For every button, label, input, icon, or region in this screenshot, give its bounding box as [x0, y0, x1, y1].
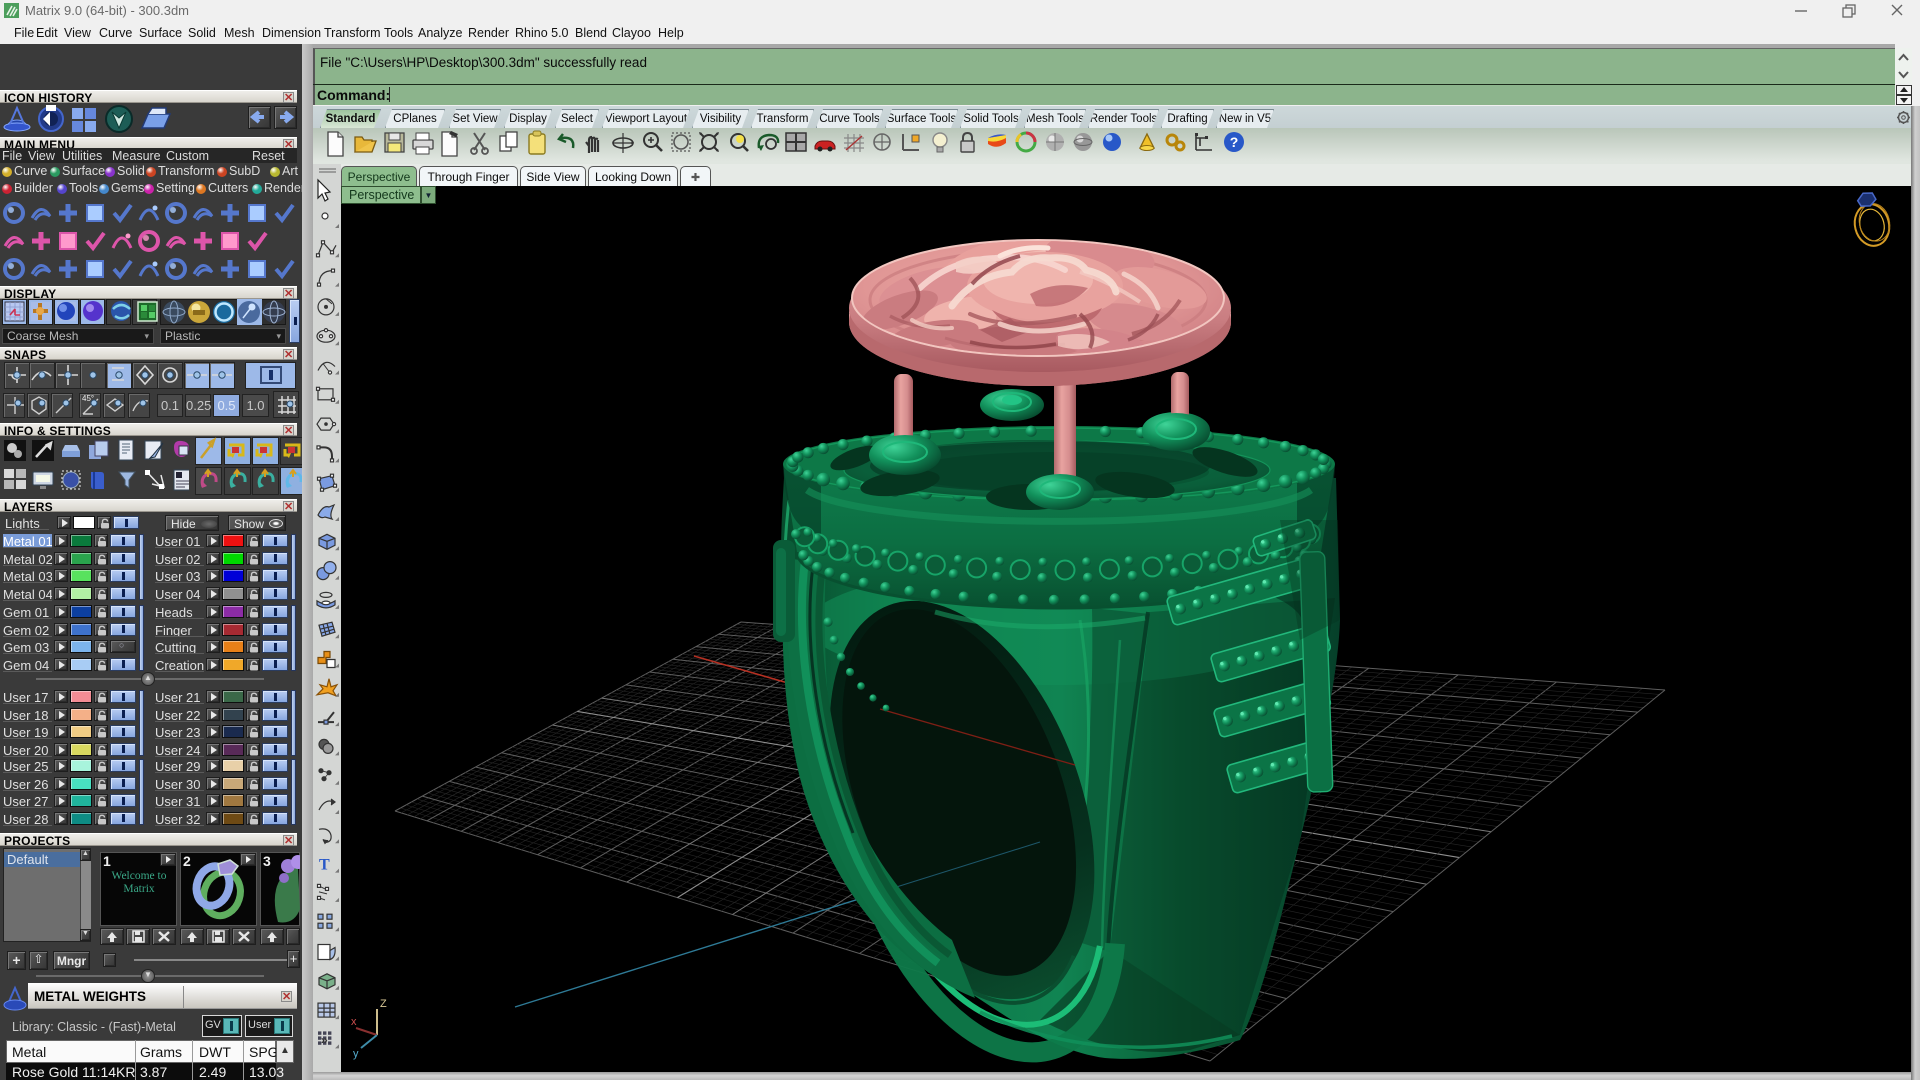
- svg-text:y: y: [353, 1048, 359, 1060]
- svg-text:»: »: [321, 1033, 328, 1047]
- svg-text:Z: Z: [380, 998, 387, 1010]
- svg-text:x: x: [351, 1016, 357, 1028]
- svg-text:?: ?: [1230, 134, 1239, 150]
- svg-text:T: T: [319, 857, 330, 874]
